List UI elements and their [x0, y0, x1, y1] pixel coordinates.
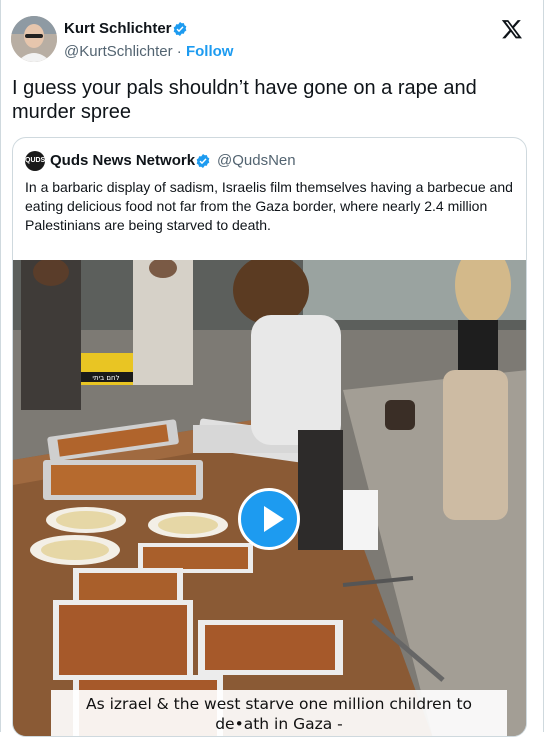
- tweet-text: I guess your pals shouldn’t have gone on…: [12, 77, 477, 123]
- quoted-tweet[interactable]: QUDS Quds News Network @QudsNen In a bar…: [12, 137, 527, 737]
- video-player[interactable]: לחם ביתי As izrael & the west starve one…: [13, 260, 526, 736]
- author-avatar[interactable]: [11, 16, 57, 62]
- quoted-avatar[interactable]: QUDS: [25, 151, 45, 171]
- avatar-image: [11, 16, 57, 62]
- verified-badge-icon: [173, 22, 187, 36]
- verified-badge-icon: [196, 154, 210, 168]
- video-caption: As izrael & the west starve one million …: [51, 690, 507, 736]
- tweet-embed-card: Kurt Schlichter @KurtSchlichter · Follow…: [0, 0, 544, 737]
- play-button[interactable]: [238, 488, 300, 550]
- author-name[interactable]: Kurt Schlichter: [64, 20, 172, 37]
- x-logo-icon[interactable]: [501, 18, 523, 40]
- food-sign-text: לחם ביתי: [92, 374, 119, 382]
- quoted-author-name[interactable]: Quds News Network: [50, 152, 195, 169]
- separator-dot: ·: [176, 43, 182, 60]
- quoted-tweet-text: In a barbaric display of sadism, Israeli…: [25, 179, 513, 233]
- follow-button[interactable]: Follow: [186, 43, 234, 60]
- author-handle[interactable]: @KurtSchlichter: [64, 43, 173, 60]
- author-handle-row: @KurtSchlichter · Follow: [64, 43, 233, 60]
- quoted-author-handle[interactable]: @QudsNen: [217, 152, 296, 169]
